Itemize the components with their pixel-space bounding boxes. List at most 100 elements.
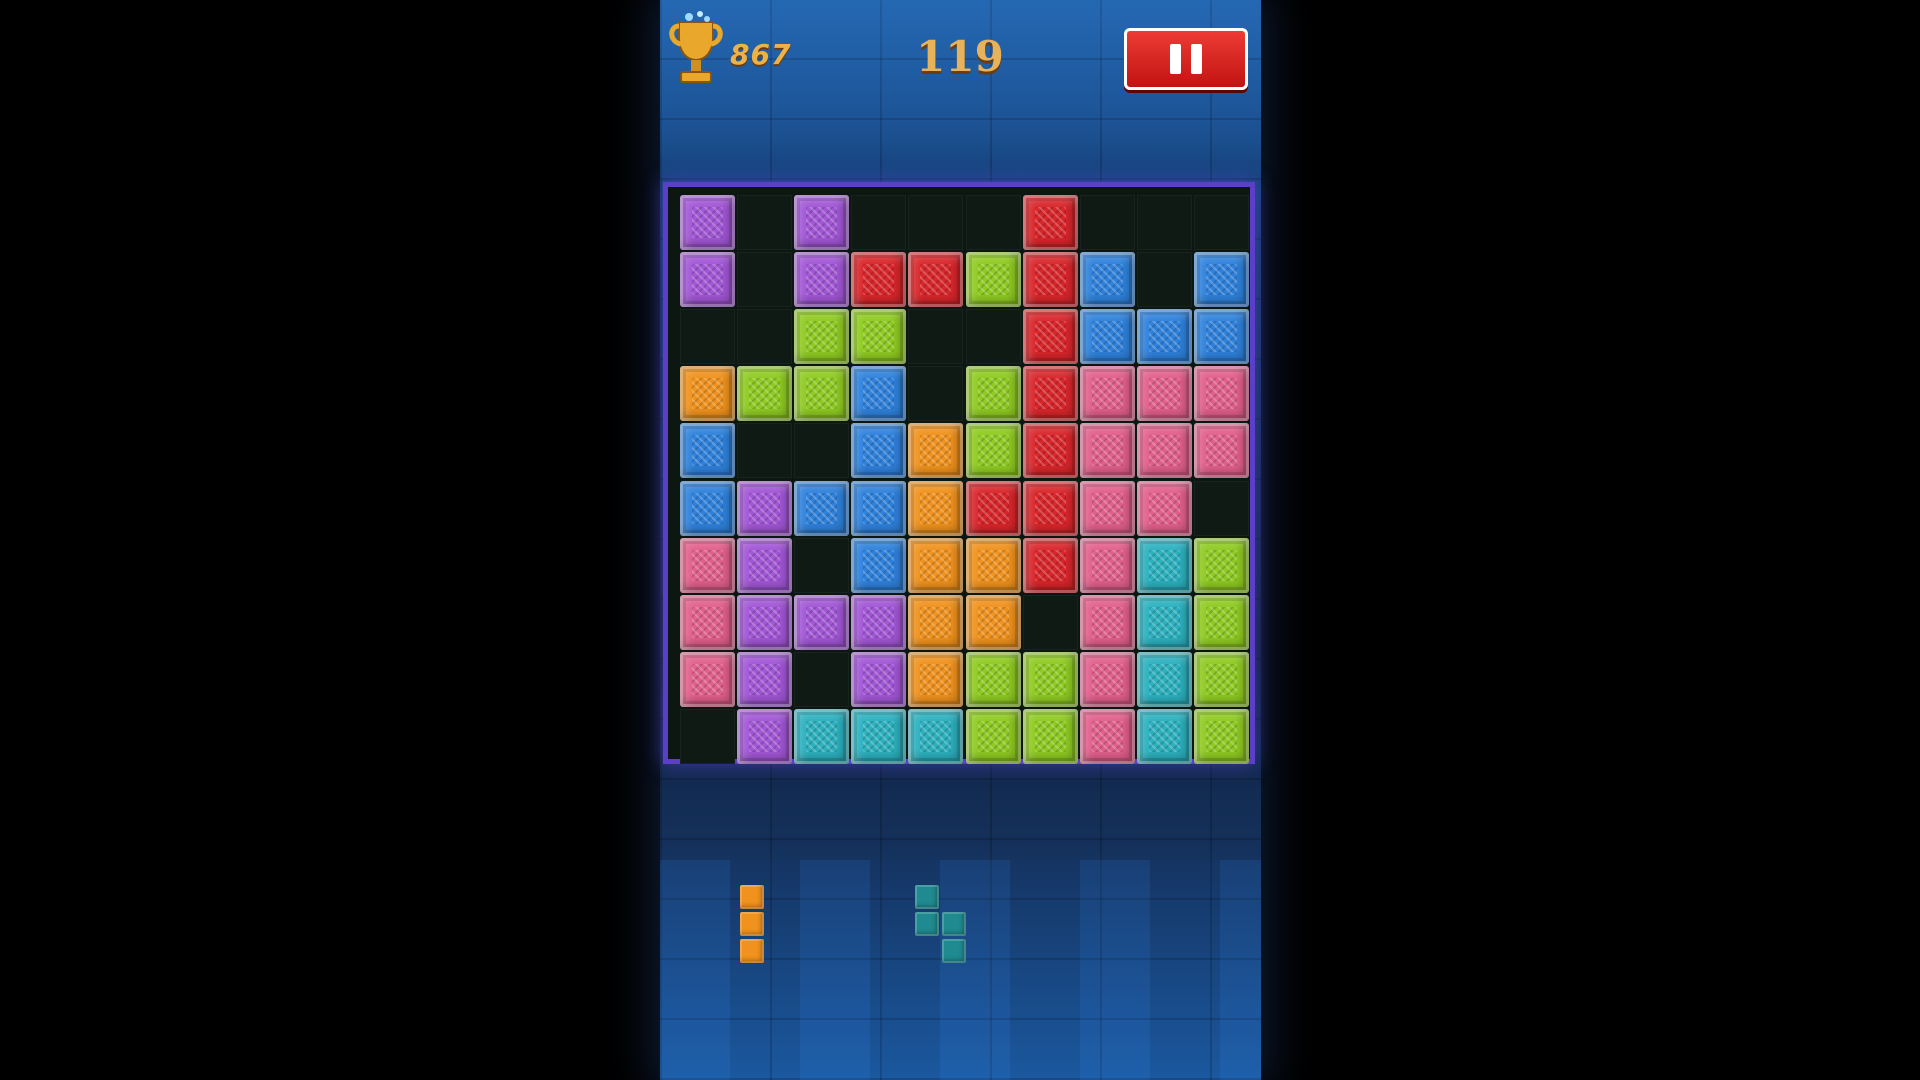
block-red[interactable] (1022, 309, 1078, 365)
block-orange[interactable] (680, 366, 735, 422)
block-green[interactable] (794, 366, 850, 422)
block-purple[interactable] (794, 594, 850, 650)
block-purple[interactable] (737, 480, 793, 536)
block-green[interactable] (1193, 651, 1249, 707)
block-red[interactable] (1022, 366, 1078, 422)
empty-cell[interactable] (737, 309, 793, 365)
empty-cell[interactable] (965, 309, 1021, 365)
block-purple[interactable] (851, 651, 907, 707)
block-pink[interactable] (1193, 366, 1249, 422)
block-blue[interactable] (1193, 309, 1249, 365)
block-green[interactable] (851, 309, 907, 365)
empty-cell[interactable] (1136, 195, 1192, 250)
block-teal[interactable] (1136, 537, 1192, 593)
empty-cell[interactable] (737, 423, 793, 479)
block-green[interactable] (965, 708, 1021, 764)
block-green[interactable] (1022, 708, 1078, 764)
empty-cell[interactable] (1193, 480, 1249, 536)
board-grid[interactable] (680, 195, 1251, 767)
block-teal[interactable] (851, 708, 907, 764)
empty-cell[interactable] (737, 252, 793, 308)
block-green[interactable] (1022, 651, 1078, 707)
block-blue[interactable] (1079, 252, 1135, 308)
block-pink[interactable] (1193, 423, 1249, 479)
block-green[interactable] (965, 252, 1021, 308)
block-red[interactable] (1022, 423, 1078, 479)
block-pink[interactable] (1136, 366, 1192, 422)
empty-cell[interactable] (1079, 195, 1135, 250)
block-pink[interactable] (1079, 366, 1135, 422)
block-teal[interactable] (1136, 708, 1192, 764)
block-purple[interactable] (794, 195, 850, 250)
empty-cell[interactable] (908, 195, 964, 250)
block-green[interactable] (965, 651, 1021, 707)
block-purple[interactable] (737, 537, 793, 593)
block-purple[interactable] (794, 252, 850, 308)
empty-cell[interactable] (794, 651, 850, 707)
block-red[interactable] (1022, 252, 1078, 308)
block-orange[interactable] (908, 423, 964, 479)
block-red[interactable] (965, 480, 1021, 536)
empty-cell[interactable] (1136, 252, 1192, 308)
block-green[interactable] (1193, 537, 1249, 593)
block-orange[interactable] (908, 651, 964, 707)
block-red[interactable] (851, 252, 907, 308)
block-pink[interactable] (680, 594, 735, 650)
block-pink[interactable] (1079, 708, 1135, 764)
block-green[interactable] (965, 366, 1021, 422)
block-purple[interactable] (680, 195, 735, 250)
block-green[interactable] (737, 366, 793, 422)
block-teal[interactable] (1136, 651, 1192, 707)
block-orange[interactable] (965, 594, 1021, 650)
empty-cell[interactable] (851, 195, 907, 250)
block-pink[interactable] (1079, 423, 1135, 479)
block-blue[interactable] (1079, 309, 1135, 365)
empty-cell[interactable] (794, 537, 850, 593)
block-pink[interactable] (680, 651, 735, 707)
block-blue[interactable] (851, 423, 907, 479)
block-red[interactable] (1022, 537, 1078, 593)
block-pink[interactable] (1079, 651, 1135, 707)
block-purple[interactable] (737, 651, 793, 707)
empty-cell[interactable] (680, 309, 735, 365)
block-red[interactable] (908, 252, 964, 308)
block-purple[interactable] (737, 708, 793, 764)
block-pink[interactable] (680, 537, 735, 593)
block-purple[interactable] (737, 594, 793, 650)
block-orange[interactable] (908, 594, 964, 650)
block-blue[interactable] (851, 537, 907, 593)
block-blue[interactable] (680, 480, 735, 536)
block-pink[interactable] (1079, 480, 1135, 536)
empty-cell[interactable] (908, 309, 964, 365)
block-orange[interactable] (908, 480, 964, 536)
empty-cell[interactable] (1193, 195, 1249, 250)
block-orange[interactable] (965, 537, 1021, 593)
block-green[interactable] (1193, 708, 1249, 764)
block-teal[interactable] (1136, 594, 1192, 650)
block-pink[interactable] (1136, 423, 1192, 479)
block-blue[interactable] (794, 480, 850, 536)
block-purple[interactable] (680, 252, 735, 308)
block-teal[interactable] (908, 708, 964, 764)
block-green[interactable] (965, 423, 1021, 479)
empty-cell[interactable] (737, 195, 793, 250)
block-blue[interactable] (1136, 309, 1192, 365)
block-blue[interactable] (851, 366, 907, 422)
block-blue[interactable] (851, 480, 907, 536)
block-red[interactable] (1022, 195, 1078, 250)
empty-cell[interactable] (908, 366, 964, 422)
empty-cell[interactable] (794, 423, 850, 479)
game-board[interactable] (663, 182, 1255, 764)
block-green[interactable] (1193, 594, 1249, 650)
block-teal[interactable] (794, 708, 850, 764)
block-purple[interactable] (851, 594, 907, 650)
empty-cell[interactable] (1022, 594, 1078, 650)
block-blue[interactable] (1193, 252, 1249, 308)
block-blue[interactable] (680, 423, 735, 479)
block-pink[interactable] (1079, 537, 1135, 593)
block-green[interactable] (794, 309, 850, 365)
block-orange[interactable] (908, 537, 964, 593)
empty-cell[interactable] (680, 708, 735, 764)
block-red[interactable] (1022, 480, 1078, 536)
empty-cell[interactable] (965, 195, 1021, 250)
